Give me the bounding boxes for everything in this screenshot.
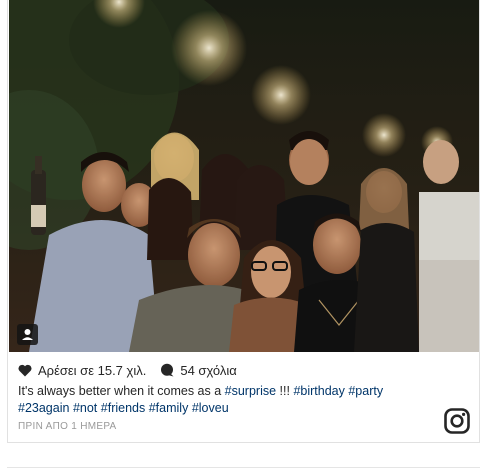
speech-bubble-icon[interactable] — [160, 363, 174, 377]
caption-text: It's always better when it comes as a — [18, 384, 225, 398]
likes-count: Αρέσει σε 15.7 χιλ. — [38, 362, 147, 378]
post-caption: It's always better when it comes as a #s… — [18, 383, 418, 417]
hashtag-link[interactable]: #family — [149, 401, 189, 415]
hashtag-link[interactable]: #party — [348, 384, 383, 398]
caption-exclaim: !!! — [276, 384, 294, 398]
caption-line-2: #23again #not #friends #family #loveu — [18, 400, 418, 417]
instagram-embed-card: Αρέσει σε 15.7 χιλ. 54 σχόλια It's alway… — [7, 0, 480, 443]
hashtag-link[interactable]: #23again — [18, 401, 69, 415]
caption-line-1: It's always better when it comes as a #s… — [18, 383, 418, 400]
hashtag-link[interactable]: #friends — [101, 401, 145, 415]
heart-icon[interactable] — [18, 364, 32, 377]
post-timestamp[interactable]: ΠΡΙΝ ΑΠΟ 1 ΗΜΕΡΑ — [18, 421, 117, 432]
post-stats: Αρέσει σε 15.7 χιλ. 54 σχόλια — [18, 360, 469, 380]
user-tag-icon[interactable] — [17, 324, 38, 345]
instagram-icon[interactable] — [444, 408, 470, 434]
comments-stat[interactable]: 54 σχόλια — [160, 362, 237, 378]
hashtag-link[interactable]: #birthday — [293, 384, 344, 398]
party-group-photo — [9, 0, 479, 352]
hashtag-link[interactable]: #loveu — [192, 401, 229, 415]
hashtag-link[interactable]: #not — [73, 401, 97, 415]
likes-stat[interactable]: Αρέσει σε 15.7 χιλ. — [18, 363, 146, 378]
hashtag-link[interactable]: #surprise — [225, 384, 276, 398]
page-divider — [7, 467, 480, 468]
comments-count: 54 σχόλια — [180, 362, 237, 378]
post-photo[interactable] — [9, 0, 479, 352]
